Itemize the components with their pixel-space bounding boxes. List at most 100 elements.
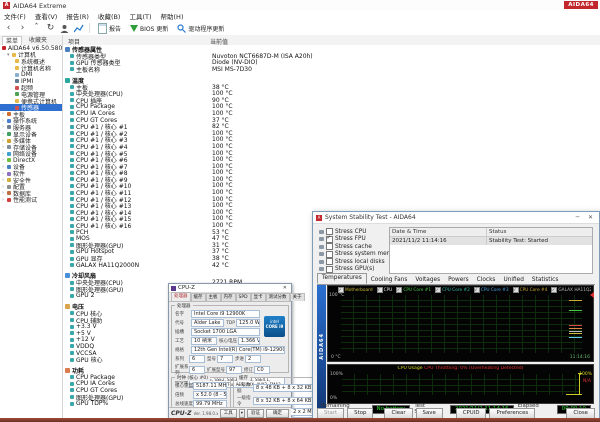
tree-item[interactable]: DMI <box>0 71 62 78</box>
tree-item-computer[interactable]: ▾ 计算机 <box>0 52 62 59</box>
tree-item[interactable]: › DirectX <box>0 157 62 164</box>
cpuz-tab[interactable]: 显卡 <box>251 293 266 301</box>
tree-item[interactable]: 传感器 <box>0 104 62 111</box>
graph-tab[interactable]: Statistics <box>528 276 563 284</box>
tree-item[interactable]: 便携式计算机 <box>0 98 62 105</box>
tree-item[interactable]: IPMI <box>0 78 62 85</box>
legend-item[interactable]: CPU Core #3 <box>474 287 509 293</box>
graph-tab[interactable]: Unified <box>499 276 527 284</box>
log-col-datetime[interactable]: Date & Time <box>390 228 487 236</box>
cpuz-tab[interactable]: 内存 <box>221 293 236 301</box>
tree-item[interactable]: › 设备 <box>0 164 62 171</box>
menu-item[interactable]: 报告(R) <box>66 11 89 21</box>
log-row[interactable]: 2021/11/2 11:14:16 Stability Test: Start… <box>390 237 592 245</box>
refresh-icon[interactable]: ↻ <box>44 22 57 34</box>
stability-titlebar[interactable]: A System Stability Test - AIDA64 ─ ✕ <box>313 212 599 224</box>
time-label: 11:14:16 <box>570 355 590 360</box>
legend-checkbox[interactable] <box>435 287 441 293</box>
legend-checkbox[interactable] <box>551 287 557 293</box>
menu-item[interactable]: 查看(V) <box>35 11 58 21</box>
validate-button[interactable]: 验证 <box>247 409 264 418</box>
checkbox[interactable] <box>326 236 333 243</box>
driver-update-button[interactable]: 驱动程序更新 <box>173 22 228 34</box>
sensor-row-icon <box>70 92 74 96</box>
tree-item[interactable]: › 服务器 <box>0 124 62 131</box>
tree-computer-children: 系统概述 计算机名称 DMI IPMI <box>0 58 62 111</box>
up-icon[interactable]: ˆ <box>30 22 43 34</box>
tree-item[interactable]: 超频 <box>0 85 62 92</box>
legend-checkbox[interactable] <box>474 287 480 293</box>
graph-tab[interactable]: Temperatures <box>317 273 367 284</box>
tree-item[interactable]: › 显示设备 <box>0 131 62 138</box>
tree-item-label: IPMI <box>21 78 33 85</box>
menu-item[interactable]: 收藏(B) <box>98 11 121 21</box>
minimize-icon[interactable]: ─ <box>572 214 583 222</box>
cpuz-tab[interactable]: 缓存 <box>191 293 206 301</box>
tree-item-label: DirectX <box>13 157 35 164</box>
tree-item[interactable]: › 操作系统 <box>0 118 62 125</box>
legend-checkbox[interactable] <box>396 287 402 293</box>
tree-item-icon <box>7 139 11 143</box>
usage-line-top <box>578 373 582 374</box>
close-icon[interactable]: ✕ <box>585 214 596 222</box>
chart-icon[interactable] <box>72 22 85 34</box>
tree-item-icon <box>15 73 19 77</box>
tree-item[interactable]: › 网络设备 <box>0 151 62 158</box>
checkbox[interactable] <box>326 266 333 273</box>
legend-checkbox[interactable] <box>377 287 383 293</box>
sensor-section-properties: 传感器属性 传感器类型 Nuvoton NCT6687D-M (ISA A20h… <box>63 46 600 73</box>
report-button[interactable]: 报告 <box>94 22 125 34</box>
checkbox[interactable] <box>326 258 333 265</box>
cpuz-tab[interactable]: 关于 <box>290 293 305 301</box>
checkbox[interactable] <box>326 243 333 250</box>
graph-tab[interactable]: Powers <box>444 276 473 284</box>
cpuz-tab[interactable]: 主板 <box>206 293 221 301</box>
tree-item[interactable]: › 配置 <box>0 183 62 190</box>
legend-item[interactable]: CPU Core #2 <box>435 287 470 293</box>
graph-tab[interactable]: Voltages <box>411 276 444 284</box>
log-col-status[interactable]: Status <box>487 228 592 236</box>
tree-item-icon <box>7 165 11 169</box>
tree-item[interactable]: 系统概述 <box>0 58 62 65</box>
checkbox[interactable] <box>326 251 333 258</box>
cpuz-tab[interactable]: 测试分数 <box>266 293 290 301</box>
tree-item[interactable]: › 数据库 <box>0 190 62 197</box>
tree-item[interactable]: › 软件 <box>0 170 62 177</box>
legend-checkbox[interactable] <box>513 287 519 293</box>
sensor-row-icon <box>70 375 74 379</box>
cpuz-tab[interactable]: SPD <box>236 293 251 301</box>
tools-dropdown-icon[interactable]: ▾ <box>239 409 245 418</box>
tree-root[interactable]: AIDA64 v6.50.5800 <box>0 45 62 52</box>
sensor-icon <box>65 47 70 52</box>
close-icon[interactable]: ✕ <box>281 285 289 291</box>
sensor-row-icon <box>70 197 74 201</box>
menu-item[interactable]: 工具(T) <box>129 11 151 21</box>
back-icon[interactable]: ‹ <box>2 22 15 34</box>
sensor-row[interactable]: 主板名称 MSI MS-7D30 <box>63 66 600 73</box>
tree-item-icon <box>15 79 19 83</box>
graph-tab[interactable]: Cooling Fans <box>367 276 412 284</box>
tree-item[interactable]: › 多媒体 <box>0 137 62 144</box>
checkbox[interactable] <box>326 228 333 235</box>
legend-item[interactable]: CPU Core #4 <box>513 287 548 293</box>
menu-item[interactable]: 帮助(H) <box>161 11 184 21</box>
tree-item[interactable]: › 性能测试 <box>0 197 62 204</box>
legend-item[interactable]: CPU Core #1 <box>396 287 431 293</box>
tree-item[interactable]: › 存储设备 <box>0 144 62 151</box>
cpuz-tab[interactable]: 处理器 <box>171 292 191 301</box>
legend-item[interactable]: GALAX HA11Q2000N <box>551 287 591 293</box>
forward-icon[interactable]: › <box>16 22 29 34</box>
legend-item[interactable]: CPU <box>377 287 393 293</box>
bios-update-button[interactable]: BIOS 更新 <box>126 22 172 34</box>
tab-favorites[interactable]: 收藏夹 <box>26 36 50 45</box>
tools-button[interactable]: 工具 <box>220 409 237 418</box>
tree-item[interactable]: 电源管理 <box>0 91 62 98</box>
user-icon[interactable] <box>58 22 71 34</box>
tree-item[interactable]: › 安全性 <box>0 177 62 184</box>
ok-button[interactable]: 确定 <box>266 409 289 418</box>
menu-item[interactable]: 文件(F) <box>4 11 26 21</box>
graph-tab[interactable]: Clocks <box>473 276 500 284</box>
groupbox-label: 处理器 <box>175 303 193 309</box>
tree-item[interactable]: 计算机名称 <box>0 65 62 72</box>
tree-item[interactable]: › 主板 <box>0 111 62 118</box>
